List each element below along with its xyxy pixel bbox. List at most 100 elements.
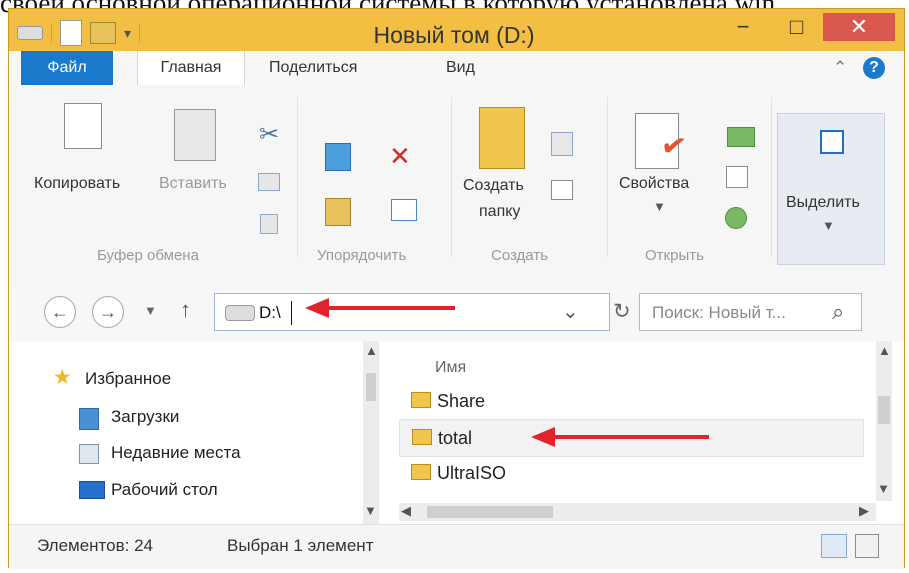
properties-button[interactable]: ✔ Свойства ▼	[617, 95, 713, 245]
create-group-label: Создать	[491, 247, 549, 264]
toolbar-separator	[51, 23, 52, 43]
move-to-icon[interactable]	[325, 143, 351, 171]
quick-access-dropdown-icon[interactable]: ▾	[124, 25, 131, 42]
copy-to-icon[interactable]	[325, 198, 351, 226]
status-bar: Элементов: 24 Выбран 1 элемент	[9, 524, 904, 569]
ribbon-tabs: Файл Главная Поделиться Вид ⌃ ?	[9, 51, 904, 86]
nav-item-recent-places[interactable]: Недавние места	[111, 443, 241, 463]
properties-dropdown-icon: ▼	[653, 199, 666, 214]
search-input[interactable]: Поиск: Новый т... ⌕	[639, 293, 862, 331]
paste-shortcut-icon[interactable]	[260, 214, 278, 234]
file-name: total	[438, 428, 473, 448]
properties-quick-icon[interactable]	[60, 20, 82, 46]
ribbon: Копировать Вставить ✂ Буфер обмена ✕ Упо…	[9, 85, 904, 287]
file-list: Имя Share total UltraISO ▲ ▼ ◀ ▶	[399, 341, 892, 524]
paste-button[interactable]: Вставить	[159, 97, 249, 215]
file-row-ultraiso[interactable]: UltraISO	[399, 455, 862, 491]
paste-label: Вставить	[159, 175, 227, 192]
folder-icon	[479, 107, 525, 169]
up-button[interactable]: ↑	[180, 297, 191, 323]
help-icon[interactable]: ?	[863, 57, 885, 79]
file-scroll-up-icon[interactable]: ▲	[878, 343, 891, 358]
toolbar-separator	[139, 23, 141, 43]
copy-label: Копировать	[34, 175, 121, 192]
address-cursor	[291, 301, 292, 325]
scroll-thumb[interactable]	[366, 373, 376, 401]
tab-home[interactable]: Главная	[137, 51, 245, 85]
properties-label: Свойства	[619, 175, 690, 192]
search-icon[interactable]: ⌕	[832, 299, 844, 325]
scroll-down-icon[interactable]: ▼	[364, 503, 377, 518]
address-area: ← → ▼ ↑ D:\ ⌄ ↻ Поиск: Новый т... ⌕	[9, 286, 904, 342]
select-dropdown-icon: ▼	[822, 218, 835, 233]
navigation-scrollbar[interactable]	[363, 341, 379, 524]
address-bar[interactable]: D:\ ⌄	[214, 293, 610, 331]
copy-path-icon[interactable]	[258, 173, 280, 191]
minimize-button[interactable]: −	[719, 13, 767, 41]
address-arrow-line	[327, 306, 455, 310]
select-button[interactable]: Выделить ▼	[777, 113, 885, 265]
scroll-up-icon[interactable]: ▲	[365, 343, 378, 358]
nav-item-desktop[interactable]: Рабочий стол	[111, 480, 218, 500]
address-path-text: D:\	[259, 303, 281, 322]
forward-button[interactable]: →	[92, 296, 124, 328]
maximize-button[interactable]: □	[774, 13, 819, 41]
new-folder-quick-icon[interactable]	[90, 22, 116, 44]
file-row-share[interactable]: Share	[399, 383, 862, 419]
easy-access-icon[interactable]	[551, 180, 573, 200]
file-name: UltraISO	[437, 463, 507, 483]
select-grid-icon	[820, 130, 844, 154]
copy-button[interactable]: Копировать	[34, 97, 144, 215]
search-placeholder: Поиск: Новый т...	[652, 303, 786, 322]
copy-icon	[64, 103, 102, 149]
folder-icon	[412, 429, 432, 445]
new-folder-label-line2: папку	[479, 203, 521, 220]
details-view-icon[interactable]	[821, 534, 847, 558]
scroll-left-icon[interactable]: ◀	[401, 503, 411, 519]
ribbon-divider	[771, 97, 772, 257]
nav-item-downloads[interactable]: Загрузки	[111, 407, 179, 427]
select-label: Выделить	[786, 194, 860, 211]
rename-icon[interactable]	[391, 199, 417, 221]
close-button[interactable]: ✕	[823, 13, 895, 41]
refresh-icon[interactable]: ↻	[613, 299, 631, 324]
paste-icon	[174, 109, 216, 161]
delete-icon[interactable]: ✕	[389, 141, 411, 172]
recent-places-icon	[79, 444, 99, 464]
file-arrow-line	[553, 435, 709, 439]
clipboard-group-label: Буфер обмена	[97, 247, 199, 264]
organize-group-label: Упорядочить	[317, 247, 407, 264]
recent-locations-icon[interactable]: ▼	[144, 303, 157, 318]
scroll-right-icon[interactable]: ▶	[859, 503, 869, 519]
drive-icon	[225, 305, 255, 321]
folder-icon	[411, 464, 431, 480]
tab-file[interactable]: Файл	[21, 51, 113, 85]
open-icon[interactable]	[727, 127, 755, 147]
star-icon: ★	[53, 366, 72, 389]
ribbon-divider	[297, 97, 298, 257]
quick-access-toolbar: ▾	[17, 20, 141, 46]
history-icon[interactable]	[725, 207, 747, 229]
new-folder-button[interactable]: Создать папку	[463, 95, 543, 235]
content-area: ★ Избранное Загрузки Недавние места Рабо…	[9, 341, 904, 524]
back-button[interactable]: ←	[44, 296, 76, 328]
checkmark-icon: ✔	[658, 128, 689, 165]
drive-icon[interactable]	[17, 26, 43, 40]
nav-item-favorites[interactable]: Избранное	[85, 369, 171, 389]
large-icons-view-icon[interactable]	[855, 534, 879, 558]
file-scroll-down-icon[interactable]: ▼	[877, 481, 890, 496]
ribbon-divider	[451, 97, 452, 257]
tab-view[interactable]: Вид	[446, 59, 475, 77]
new-item-icon[interactable]	[551, 132, 573, 156]
title-bar[interactable]: ▾ Новый том (D:) − □ ✕	[9, 9, 904, 51]
explorer-window: ▾ Новый том (D:) − □ ✕ Файл Главная Поде…	[8, 8, 905, 569]
horizontal-scroll-thumb[interactable]	[427, 506, 553, 518]
edit-icon[interactable]	[726, 166, 748, 188]
window-title: Новый том (D:)	[373, 22, 535, 48]
tab-share[interactable]: Поделиться	[269, 59, 357, 77]
column-header-name[interactable]: Имя	[435, 359, 466, 377]
cut-icon[interactable]: ✂	[259, 120, 279, 149]
minimize-ribbon-icon[interactable]: ⌃	[833, 58, 847, 78]
address-dropdown-icon[interactable]: ⌄	[562, 299, 579, 324]
file-scroll-thumb[interactable]	[878, 396, 890, 424]
